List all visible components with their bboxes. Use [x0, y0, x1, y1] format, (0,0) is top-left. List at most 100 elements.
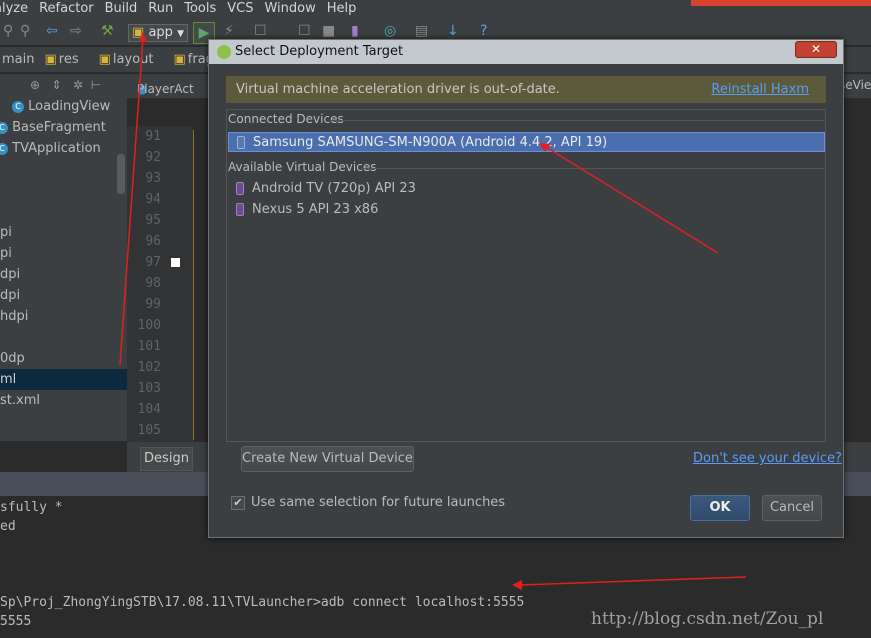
console-line: sfully * [0, 500, 63, 515]
line-number: 92 [145, 150, 161, 165]
line-number: 105 [137, 423, 161, 438]
folder-icon: ▣ [44, 52, 57, 67]
collapse-icon[interactable]: ⇕ [52, 78, 62, 92]
tree-item[interactable] [0, 159, 127, 180]
line-number: 99 [145, 297, 161, 312]
line-number: 100 [137, 318, 161, 333]
menu-refactor[interactable]: Refactor [39, 1, 94, 16]
tree-item-loadingview[interactable]: C LoadingView [0, 96, 127, 117]
device-row-samsung[interactable]: Samsung SAMSUNG-SM-N900A (Android 4.4.2,… [228, 132, 825, 152]
run-config-select[interactable]: ▣ app ▼ [128, 24, 188, 42]
phone-icon [236, 182, 244, 195]
tree-item-label: LoadingView [28, 99, 111, 114]
line-number: 96 [145, 234, 161, 249]
find-icon[interactable]: ⚲ [3, 23, 13, 39]
menu-tools[interactable]: Tools [184, 1, 216, 16]
tree-item[interactable] [0, 180, 127, 201]
avd-manager-icon[interactable]: ▮ [351, 23, 359, 39]
hide-icon[interactable]: ⊢ [91, 78, 101, 92]
debug-icon[interactable]: ⚡ [224, 23, 234, 39]
help-icon[interactable]: ? [480, 23, 487, 39]
menu-run[interactable]: Run [148, 1, 173, 16]
tab-design[interactable]: Design [140, 447, 193, 471]
tree-item-values-dp[interactable]: 0dp [0, 348, 127, 369]
console-line: Sp\Proj_ZhongYingSTB\17.08.11\TVLauncher… [0, 595, 525, 610]
available-virtual-devices-header: Available Virtual Devices [228, 160, 377, 174]
crumb-res[interactable]: ▣ res [44, 52, 88, 67]
bookmark-marker[interactable] [171, 258, 180, 267]
sync-icon[interactable]: ☐ [298, 23, 311, 39]
same-selection-label: Use same selection for future launches [251, 495, 506, 510]
folder-icon: ▣ [132, 25, 145, 40]
device-list: Connected Devices Samsung SAMSUNG-SM-N90… [226, 109, 826, 442]
target-icon[interactable]: ⊕ [30, 78, 40, 92]
project-panel: ⊕ ⇕ ✲ ⊢ C LoadingView C BaseFragment C T… [0, 74, 127, 441]
close-button[interactable]: ✕ [795, 41, 837, 58]
menu-window[interactable]: Window [264, 1, 315, 16]
line-number: 94 [145, 192, 161, 207]
android-monitor-icon[interactable]: ◎ [384, 23, 396, 39]
device-label: Android TV (720p) API 23 [252, 181, 416, 196]
project-structure-icon[interactable]: ▤ [415, 23, 428, 39]
device-label: Nexus 5 API 23 x86 [252, 202, 379, 217]
project-scrollbar[interactable] [117, 154, 125, 194]
line-number: 101 [137, 339, 161, 354]
forward-icon[interactable]: ⇨ [70, 23, 82, 39]
android-studio-icon [217, 45, 231, 59]
cancel-button[interactable]: Cancel [762, 495, 822, 521]
chevron-down-icon: ▼ [177, 29, 184, 39]
same-selection-checkbox[interactable]: ✔ [231, 496, 245, 510]
tree-item-drawable-1[interactable]: pi [0, 222, 127, 243]
folder-icon: ▣ [98, 52, 111, 67]
select-deployment-target-dialog: Select Deployment Target ✕ Virtual machi… [208, 39, 844, 538]
tree-item-tvapplication[interactable]: C TVApplication [0, 138, 127, 159]
sdk-download-icon[interactable]: ↓ [447, 23, 459, 39]
run-config-label: app [148, 25, 173, 40]
line-number: 98 [145, 276, 161, 291]
line-number: 93 [145, 171, 161, 186]
menu-help[interactable]: Help [327, 1, 357, 16]
connected-devices-header: Connected Devices [228, 112, 344, 126]
tree-item-label: BaseFragment [12, 120, 106, 135]
file-icon: ▣ [173, 52, 186, 67]
indent-guide [193, 130, 194, 440]
external-banner [691, 0, 871, 6]
tree-item-drawable-2[interactable]: pi [0, 243, 127, 264]
tree-item-basefragment[interactable]: C BaseFragment [0, 117, 127, 138]
tree-item-drawable-4[interactable]: dpi [0, 285, 127, 306]
device-row-android-tv[interactable]: Android TV (720p) API 23 [228, 179, 825, 199]
dont-see-device-link[interactable]: Don't see your device? [693, 451, 842, 466]
class-icon: C [0, 142, 8, 155]
menu-analyze[interactable]: alyze [0, 1, 28, 16]
crumb-layout-label: layout [112, 52, 154, 67]
crumb-main[interactable]: main [2, 52, 34, 67]
replace-icon[interactable]: ⚲ [20, 23, 30, 39]
create-new-virtual-device-button[interactable]: Create New Virtual Device [241, 446, 414, 472]
device-row-nexus-5[interactable]: Nexus 5 API 23 x86 [228, 200, 825, 220]
line-number: 104 [137, 402, 161, 417]
tree-item-manifest[interactable]: st.xml [0, 390, 127, 411]
tree-item-drawable-5[interactable]: hdpi [0, 306, 127, 327]
attach-icon[interactable]: ☐ [254, 23, 267, 39]
menu-vcs[interactable]: VCS [227, 1, 253, 16]
console-line: 5555 [0, 614, 32, 629]
class-icon: C [0, 121, 8, 134]
crumb-res-label: res [58, 52, 79, 67]
tree-item[interactable] [0, 327, 127, 348]
line-number: 91 [145, 129, 161, 144]
build-hammer-icon[interactable]: ⚒ [101, 23, 114, 39]
reinstall-haxm-link[interactable]: Reinstall Haxm [711, 76, 809, 103]
phone-icon [237, 136, 245, 149]
tree-item-drawable-3[interactable]: dpi [0, 264, 127, 285]
project-toolbar: ⊕ ⇕ ✲ ⊢ [0, 74, 127, 96]
gear-icon[interactable]: ✲ [73, 78, 83, 92]
tree-item[interactable] [0, 201, 127, 222]
crumb-layout[interactable]: ▣ layout [99, 52, 164, 67]
tab-label: PlayerAct [137, 82, 194, 96]
ok-button[interactable]: OK [690, 495, 750, 521]
stop-icon[interactable]: ■ [322, 23, 335, 39]
menu-build[interactable]: Build [105, 1, 138, 16]
tree-item-xml-selected[interactable]: ml [0, 369, 127, 390]
phone-icon [236, 203, 244, 216]
back-icon[interactable]: ⇦ [46, 23, 58, 39]
